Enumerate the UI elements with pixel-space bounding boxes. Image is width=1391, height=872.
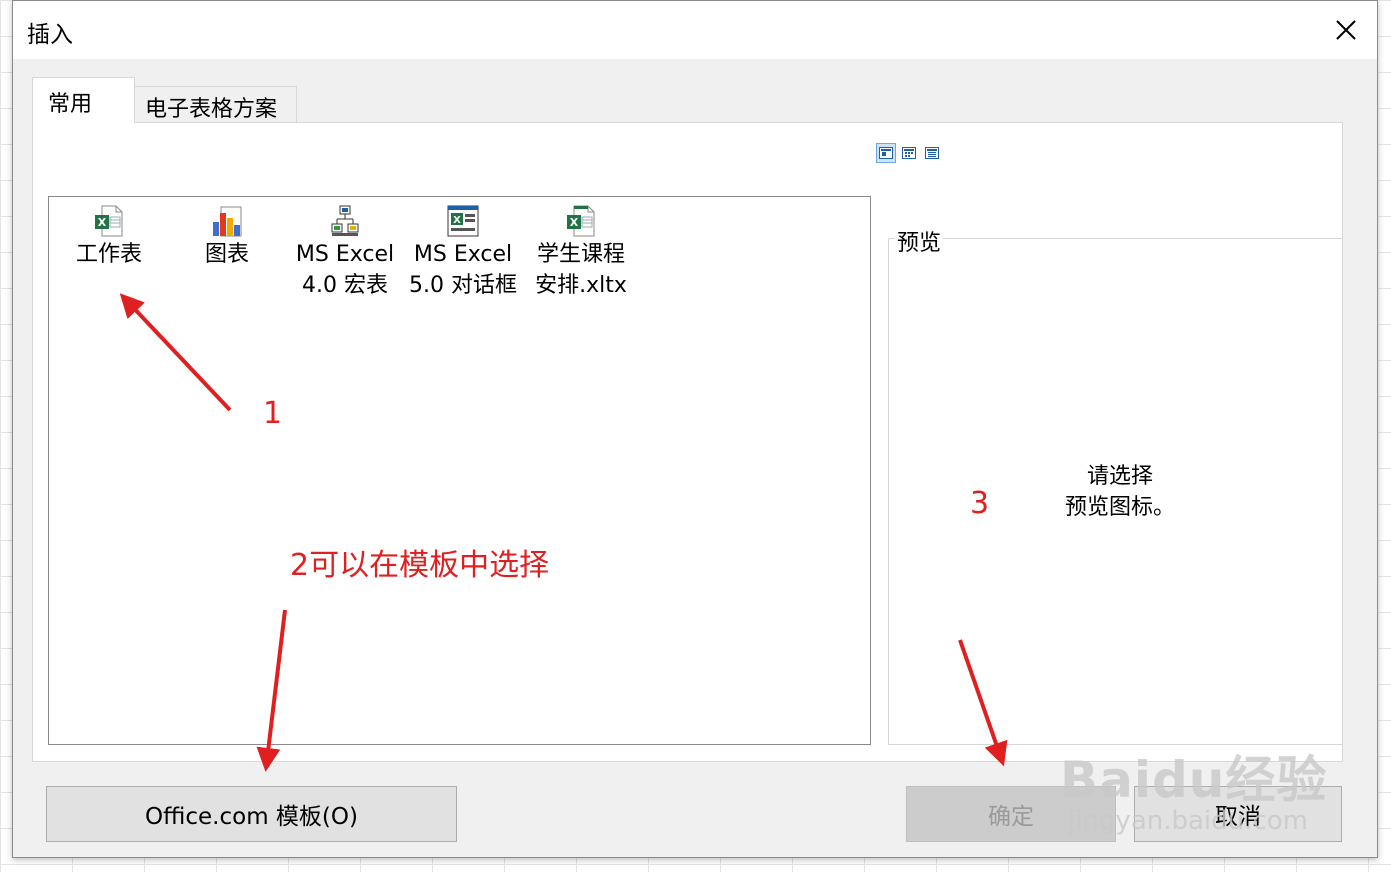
tab-common[interactable]: 常用 — [32, 77, 135, 123]
title-bar: 插入 — [13, 1, 1377, 59]
preview-label: 预览 — [895, 225, 944, 257]
dialog-title: 插入 — [27, 22, 73, 48]
svg-text:X: X — [570, 216, 579, 229]
details-view-icon[interactable] — [922, 143, 942, 163]
close-button[interactable] — [1323, 9, 1369, 51]
macro-sheet-icon — [285, 201, 405, 237]
view-mode-toggle — [876, 143, 942, 165]
preview-message: 请选择 预览图标。 — [1064, 464, 1175, 520]
tab-spreadsheet-solutions[interactable]: 电子表格方案 — [134, 86, 297, 123]
template-list: X 工作表 图表 MS Excel 4.0 宏表 X MS Excel 5.0 … — [48, 196, 871, 745]
svg-text:X: X — [453, 215, 461, 226]
office-templates-button[interactable]: Office.com 模板(O) — [46, 786, 457, 842]
ok-button[interactable]: 确定 — [906, 786, 1116, 842]
close-icon — [1336, 20, 1356, 40]
template-ms-excel-5-dialog[interactable]: X MS Excel 5.0 对话框 — [403, 201, 523, 301]
template-student-schedule[interactable]: X 学生课程 安排.xltx — [521, 201, 641, 301]
template-chart[interactable]: 图表 — [167, 201, 287, 270]
list-view-icon[interactable] — [899, 143, 919, 163]
annotation-step-1: 1 — [263, 396, 283, 431]
chart-icon — [167, 201, 287, 237]
dialog-sheet-icon: X — [403, 201, 523, 237]
large-icons-view-icon[interactable] — [876, 143, 896, 163]
excel-workbook-icon: X — [49, 201, 169, 237]
annotation-step-3: 3 — [970, 486, 990, 521]
annotation-step-2: 2可以在模板中选择 — [290, 548, 550, 583]
template-worksheet[interactable]: X 工作表 — [49, 201, 169, 270]
svg-text:X: X — [98, 216, 107, 229]
excel-template-icon: X — [521, 201, 641, 237]
template-ms-excel-4-macro[interactable]: MS Excel 4.0 宏表 — [285, 201, 405, 301]
cancel-button[interactable]: 取消 — [1134, 786, 1342, 842]
